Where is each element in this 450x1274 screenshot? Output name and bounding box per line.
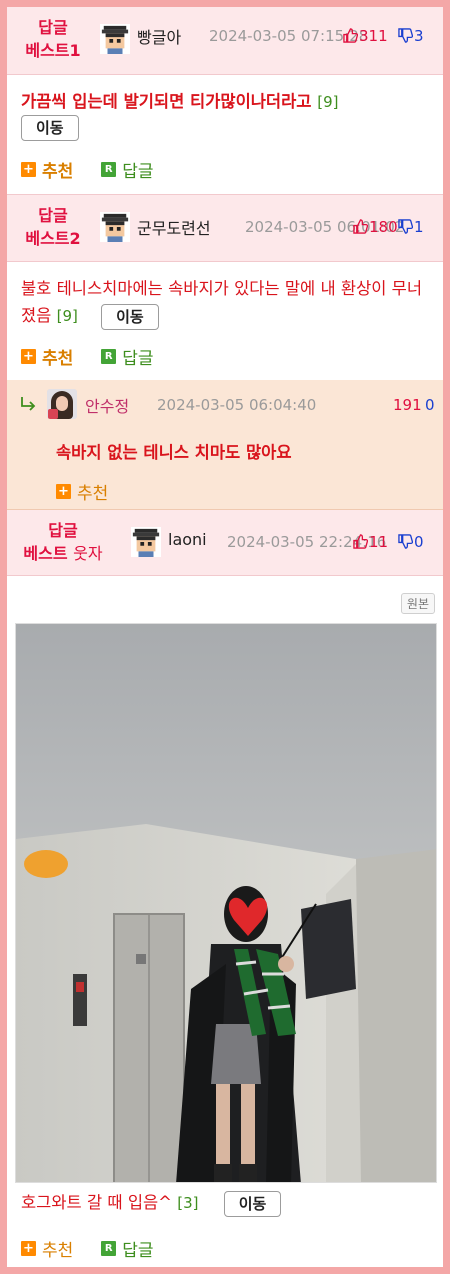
upvote-count[interactable]: 191 (393, 396, 422, 414)
avatar[interactable] (100, 212, 130, 242)
move-button[interactable]: 이동 (21, 115, 79, 141)
reply-count[interactable]: [9] (317, 93, 338, 111)
badge-line1: 답글 (38, 18, 68, 37)
thumbs-up-icon (353, 534, 368, 549)
comment-actions: + 추천 (56, 479, 108, 504)
recommend-button[interactable]: + 추천 (21, 344, 73, 369)
thumbs-up-icon (343, 28, 358, 43)
recommend-label: 추천 (42, 162, 74, 182)
comment-text: 호그와트 갈 때 입음^ (21, 1193, 172, 1212)
upvote-count: 311 (359, 27, 388, 45)
thumbs-down-icon (398, 28, 413, 43)
upvote-button[interactable]: 11 (353, 533, 388, 551)
comment-actions: + 추천 R 답글 (21, 1236, 153, 1261)
original-image-button[interactable]: 원본 (400, 593, 435, 614)
reply-count[interactable]: [9] (57, 307, 78, 325)
downvote-count: 1 (414, 218, 424, 236)
reply-button[interactable]: R 답글 (101, 157, 153, 182)
downvote-button[interactable]: 3 (398, 27, 424, 45)
downvote-count[interactable]: 0 (425, 396, 435, 414)
comment-actions: + 추천 R 답글 (21, 157, 153, 182)
comment-actions: + 추천 R 답글 (21, 344, 153, 369)
nickname[interactable]: laoni (168, 530, 207, 549)
comment-text: 불호 테니스치마에는 속바지가 있다는 말에 내 환상이 무너졌음 (21, 279, 423, 325)
best-badge-2: 답글 베스트2 (15, 204, 91, 250)
thumbs-down-icon (398, 534, 413, 549)
recommend-button[interactable]: + 추천 (21, 1236, 73, 1261)
downvote-count: 0 (414, 533, 424, 551)
reply-label: 답글 (122, 349, 154, 369)
upvote-count: 180 (369, 218, 398, 236)
downvote-button[interactable]: 0 (398, 533, 424, 551)
sub-reply: 안수정 2024-03-05 06:04:40 191 0 속바지 없는 테니스… (7, 380, 443, 510)
badge-category: 웃자 (73, 544, 103, 563)
recommend-label: 추천 (77, 484, 109, 504)
downvote-count: 3 (414, 27, 424, 45)
recommend-label: 추천 (42, 349, 74, 369)
plus-icon: + (21, 162, 36, 177)
plus-icon: + (56, 484, 71, 499)
downvote-button[interactable]: 1 (398, 218, 424, 236)
move-wrap: 이동 (21, 115, 79, 141)
move-button[interactable]: 이동 (223, 1190, 282, 1217)
avatar[interactable] (131, 527, 161, 557)
best-comment-header-1: 답글 베스트1 빵글아 2024-03-05 07:15:28 311 3 (7, 7, 443, 75)
reply-button[interactable]: R 답글 (101, 344, 153, 369)
best-badge-funny: 답글 베스트 웃자 (15, 519, 111, 565)
avatar[interactable] (47, 389, 77, 419)
thumbs-down-icon (398, 219, 413, 234)
nickname[interactable]: 빵글아 (137, 24, 181, 48)
recommend-button[interactable]: + 추천 (56, 479, 108, 504)
reply-arrow-icon (21, 397, 36, 411)
best-comment-header-2: 답글 베스트2 군무도련선 2024-03-05 06:01:02 180 1 (7, 194, 443, 262)
comment-text: 가끔씩 입는데 발기되면 티가많이나더라고 (21, 92, 312, 111)
recommend-button[interactable]: + 추천 (21, 157, 73, 182)
upvote-button[interactable]: 311 (343, 27, 388, 45)
best-comment-header-funny: 답글 베스트 웃자 laoni 2024-03-05 22:24:16 11 0 (7, 510, 443, 576)
badge-line1: 답글 (38, 206, 68, 225)
reply-r-icon: R (101, 1241, 117, 1256)
reply-button[interactable]: R 답글 (101, 1236, 153, 1261)
photo-illustration (16, 624, 436, 1182)
move-button[interactable]: 이동 (101, 303, 159, 330)
comment-text: 속바지 없는 테니스 치마도 많아요 (56, 443, 292, 462)
comment-body: 불호 테니스치마에는 속바지가 있다는 말에 내 환상이 무너졌음 [9] 이동 (21, 275, 431, 330)
comment-list: 답글 베스트1 빵글아 2024-03-05 07:15:28 311 3 가끔… (7, 7, 443, 1267)
recommend-label: 추천 (42, 1241, 74, 1261)
upvote-count: 11 (369, 533, 389, 551)
reply-r-icon: R (101, 162, 117, 177)
best-badge-1: 답글 베스트1 (15, 16, 91, 62)
badge-line2: 베스트2 (25, 229, 81, 248)
badge-line1: 답글 (48, 521, 78, 540)
reply-count[interactable]: [3] (177, 1194, 198, 1212)
attached-photo[interactable] (15, 623, 437, 1183)
comment-body: 호그와트 갈 때 입음^ [3] 이동 (21, 1189, 431, 1217)
plus-icon: + (21, 1241, 36, 1256)
thumbs-up-icon (353, 219, 368, 234)
comment-date: 2024-03-05 06:04:40 (157, 396, 317, 414)
nickname[interactable]: 군무도련선 (137, 215, 211, 239)
comment-body: 가끔씩 입는데 발기되면 티가많이나더라고 [9] (21, 88, 431, 116)
nickname[interactable]: 안수정 (85, 393, 129, 417)
plus-icon: + (21, 349, 36, 364)
reply-label: 답글 (122, 1241, 154, 1261)
badge-best: 베스트 (23, 544, 68, 563)
avatar[interactable] (100, 24, 130, 54)
reply-label: 답글 (122, 162, 154, 182)
upvote-button[interactable]: 180 (353, 218, 398, 236)
reply-r-icon: R (101, 349, 117, 364)
badge-line2: 베스트 웃자 (15, 542, 111, 565)
badge-line2: 베스트1 (25, 41, 81, 60)
